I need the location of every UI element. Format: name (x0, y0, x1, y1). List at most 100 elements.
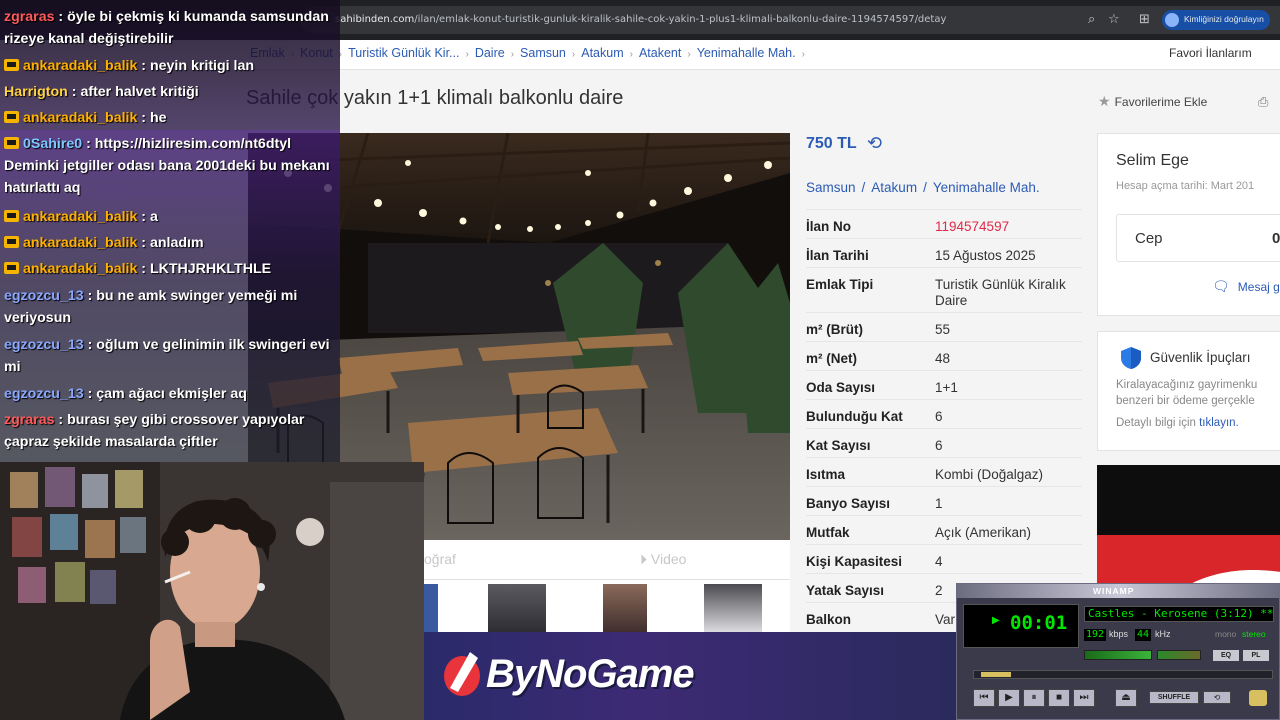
location-link[interactable]: Yenimahalle Mah. (933, 180, 1040, 195)
thumbnail[interactable] (424, 584, 438, 636)
avatar (1165, 13, 1179, 27)
crown-badge-icon (4, 59, 19, 71)
safety-more-info: Detaylı bilgi için tıklayın. (1116, 417, 1239, 429)
identity-verify-button[interactable]: Kimliğinizi doğrulayın (1162, 10, 1270, 30)
thumbnail[interactable] (603, 584, 647, 636)
detail-label: m² (Brüt) (806, 322, 863, 337)
detail-label: Mutfak (806, 525, 850, 540)
seller-joined-date: Hesap açma tarihi: Mart 201 (1116, 180, 1255, 192)
chat-username[interactable]: egzozcu_13 (4, 337, 84, 353)
detail-value: 55 (935, 322, 951, 337)
zoom-icon[interactable]: ⌕ (1088, 11, 1095, 27)
winamp-eject-button[interactable]: ⏏ (1115, 689, 1137, 707)
detail-value: 6 (935, 409, 943, 424)
chat-message: 0Sahire0 : https://hizliresim.com/nt6dty… (4, 136, 330, 196)
detail-row: Isıtma Kombi (Doğalgaz) (806, 457, 1082, 486)
chat-username[interactable]: egzozcu_13 (4, 386, 84, 402)
chat-text: çam ağacı ekmişler aq (96, 386, 247, 402)
chat-username[interactable]: ankaradaki_balik (23, 110, 137, 126)
chat-text: LKTHJRHKLTHLE (149, 261, 272, 277)
chat-username[interactable]: ankaradaki_balik (23, 261, 137, 277)
breadcrumb-item[interactable]: Daire (475, 46, 505, 60)
breadcrumb-item[interactable]: Atakum (581, 46, 623, 60)
phone-box[interactable]: Cep 0 (1116, 214, 1280, 262)
winamp-volume-slider[interactable] (1084, 650, 1152, 660)
winamp-seek-handle[interactable] (981, 672, 1012, 677)
breadcrumb-item[interactable]: Atakent (639, 46, 681, 60)
breadcrumb-item[interactable]: Turistik Günlük Kir... (348, 46, 459, 60)
thumbnail[interactable] (488, 584, 546, 636)
chat-username[interactable]: zgraras (4, 412, 54, 428)
breadcrumb-item[interactable]: Samsun (520, 46, 566, 60)
extensions-icon[interactable]: ⊞ (1139, 11, 1150, 27)
winamp-balance-slider[interactable] (1157, 650, 1201, 660)
repeat-icon: ⟲ (1213, 693, 1221, 702)
listing-details-table: İlan No 1194574597 İlan Tarihi 15 Ağustos 2… (806, 209, 1082, 631)
seller-name[interactable]: Selim Ege (1116, 152, 1189, 170)
winamp-repeat-button[interactable]: ⟲ (1203, 691, 1231, 704)
location-separator: / (861, 180, 866, 195)
winamp-song-title: Castles - Kerosene (3:12) *** 5. (1084, 606, 1274, 622)
tab-photos[interactable]: oğraf (424, 551, 456, 567)
detail-value: 4 (935, 554, 943, 569)
location-link[interactable]: Samsun (806, 180, 856, 195)
winamp-bitrate: 192 (1084, 629, 1106, 641)
detail-row: Kişi Kapasitesi 4 (806, 544, 1082, 573)
chat-username[interactable]: zgraras (4, 9, 54, 25)
winamp-time-display[interactable]: ▶ 00:01 (963, 604, 1079, 648)
safety-more-link[interactable]: tıklayın. (1199, 417, 1239, 429)
listing-location: Samsun / Atakum / Yenimahalle Mah. (806, 180, 1040, 195)
chat-message: egzozcu_13 : bu ne amk swinger yemeği mi… (4, 288, 298, 326)
print-button[interactable]: ⎙ (1258, 94, 1268, 110)
chevron-right-icon: › (801, 49, 805, 60)
chat-message: ankaradaki_balik : a (4, 206, 336, 228)
thumbnail[interactable] (704, 584, 762, 636)
tab-video[interactable]: ⏵ Video (640, 551, 686, 568)
bookmark-star-icon[interactable]: ☆ (1108, 11, 1120, 27)
url-text[interactable]: sahibinden.com/ilan/emlak-konut-turistik… (335, 14, 946, 25)
shield-icon (1121, 347, 1141, 369)
breadcrumb-item[interactable]: Yenimahalle Mah. (697, 46, 796, 60)
chevron-right-icon: › (465, 49, 469, 60)
detail-row: Banyo Sayısı 1 (806, 486, 1082, 515)
detail-value: Turistik Günlük Kiralık Daire (935, 277, 1066, 308)
winamp-next-button[interactable]: ⏭ (1073, 689, 1095, 707)
winamp-player: WINAMP ▶ 00:01 Castles - Kerosene (3:12)… (956, 583, 1280, 720)
bynogame-logo-icon (444, 652, 480, 696)
chat-username[interactable]: ankaradaki_balik (23, 235, 137, 251)
location-link[interactable]: Atakum (871, 180, 917, 195)
winamp-playlist-toggle[interactable]: PL (1243, 650, 1269, 661)
chat-username[interactable]: ankaradaki_balik (23, 209, 137, 225)
add-to-favorites-button[interactable]: ★ Favorilerime Ekle (1098, 93, 1207, 110)
chat-username[interactable]: 0Sahire0 (23, 136, 82, 152)
play-circle-icon: ⏵ (640, 551, 647, 567)
chat-username[interactable]: Harrigton (4, 84, 68, 100)
winamp-stereo-indicator: stereo (1242, 629, 1266, 639)
crown-badge-icon (4, 262, 19, 274)
winamp-logo-icon[interactable] (1249, 690, 1267, 706)
winamp-seek-bar[interactable] (973, 670, 1273, 679)
send-message-button[interactable]: 🗨 Mesaj g (1212, 278, 1280, 295)
chat-username[interactable]: ankaradaki_balik (23, 58, 137, 74)
chat-message: ankaradaki_balik : LKTHJRHKLTHLE (4, 258, 336, 280)
detail-label: Emlak Tipi (806, 277, 874, 292)
detail-label: Kat Sayısı (806, 438, 871, 453)
winamp-previous-button[interactable]: ⏮ (973, 689, 995, 707)
chat-message: ankaradaki_balik : he (4, 107, 336, 129)
winamp-shuffle-button[interactable]: SHUFFLE (1149, 691, 1199, 704)
detail-value: 1194574597 (935, 219, 1010, 234)
winamp-eq-toggle[interactable]: EQ (1213, 650, 1239, 661)
winamp-stop-button[interactable]: ■ (1048, 689, 1070, 707)
chat-text: anladım (149, 235, 204, 251)
winamp-elapsed-time: 00:01 (1010, 612, 1068, 634)
price-history-icon[interactable]: ⟲ (867, 133, 882, 154)
chat-bubble-icon: 🗨 (1212, 278, 1230, 294)
winamp-play-button[interactable]: ▶ (998, 689, 1020, 707)
favorite-listings-link[interactable]: Favori İlanlarım (1169, 46, 1252, 60)
chat-username[interactable]: egzozcu_13 (4, 288, 84, 304)
listing-price: 750 TL (806, 135, 857, 152)
winamp-titlebar[interactable]: WINAMP (957, 584, 1280, 598)
safety-tips-text: Kiralayacağınız gayrimenku benzeri bir öd… (1116, 379, 1258, 407)
winamp-pause-button[interactable]: ⏸ (1023, 689, 1045, 707)
safety-tips-title: Güvenlik İpuçları (1150, 350, 1251, 365)
